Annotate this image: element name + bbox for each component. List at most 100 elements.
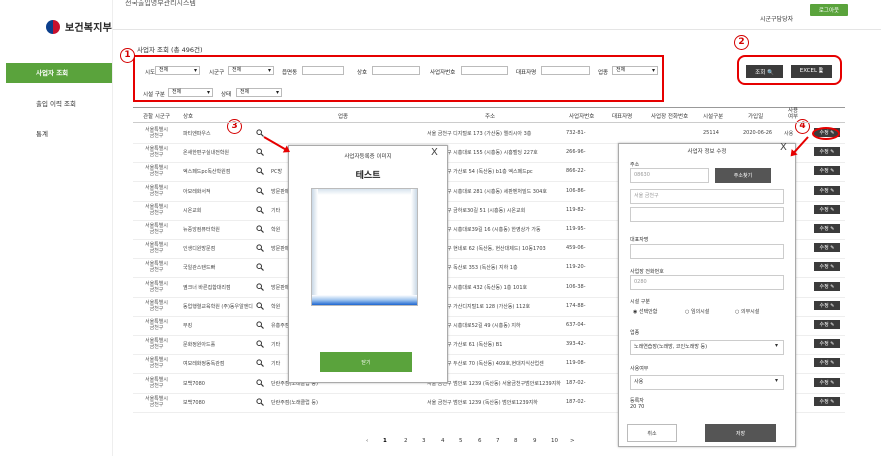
save-button[interactable]: 저장 <box>705 424 776 442</box>
col-header-region: 관할 시군구 <box>143 114 171 120</box>
page-number-button[interactable]: 3 <box>422 438 426 444</box>
edit-button[interactable]: 수정 ✎ <box>814 205 840 214</box>
row-industry: 기타 <box>271 361 281 367</box>
page-number-button[interactable]: 9 <box>533 438 537 444</box>
shop-name-input[interactable] <box>372 66 420 75</box>
status-select[interactable]: 전체 <box>236 88 282 97</box>
view-license-icon[interactable] <box>256 129 264 137</box>
ceo-name-input[interactable] <box>541 66 590 75</box>
row-bizno: 187-02- <box>566 399 586 405</box>
industry-select[interactable]: 전체 <box>612 66 658 75</box>
facility-radio-none[interactable]: ◉ 선택안함 <box>633 308 657 315</box>
row-region: 서울특별시 금천구 <box>144 223 168 235</box>
view-license-icon[interactable] <box>256 340 264 348</box>
col-header-industry: 업종 <box>338 114 349 120</box>
zipcode-field[interactable]: 08630 <box>630 168 709 183</box>
view-license-icon[interactable] <box>256 283 264 291</box>
modal-image-close-button[interactable]: 닫기 <box>320 352 412 372</box>
view-license-icon[interactable] <box>256 187 264 195</box>
search-button[interactable]: 조회 🔍 <box>746 65 783 78</box>
row-industry: PC방 <box>271 169 283 175</box>
sidebar-item-business-search[interactable]: 사업자 조회 <box>6 63 112 83</box>
edit-button[interactable]: 수정 ✎ <box>814 320 840 329</box>
view-license-icon[interactable] <box>256 206 264 214</box>
edit-button[interactable]: 수정 ✎ <box>814 186 840 195</box>
page-number-button[interactable]: 7 <box>496 438 500 444</box>
edit-button[interactable]: 수정 ✎ <box>814 301 840 310</box>
view-license-icon[interactable] <box>256 379 264 387</box>
prev-page-icon[interactable]: ‹ <box>366 438 368 444</box>
ceo-name-label: 대표자명 <box>630 237 649 243</box>
industry-select[interactable]: 노래연습장(노래방, 코인노래방 등) <box>630 340 784 355</box>
page-number-button[interactable]: 4 <box>441 438 445 444</box>
usage-select[interactable]: 사용 <box>630 375 784 390</box>
row-bizno: 732-81- <box>566 130 586 136</box>
row-name: 파티엔파우스 <box>183 131 211 137</box>
sigungu-select[interactable]: 전체 <box>228 66 274 75</box>
phone-field[interactable]: 0280 <box>630 275 784 290</box>
view-license-icon[interactable] <box>256 321 264 329</box>
row-bizno: 266-96- <box>566 149 586 155</box>
edit-button[interactable]: 수정 ✎ <box>814 378 840 387</box>
address-field[interactable]: 서울 금천구 <box>630 189 784 204</box>
eupmyeondong-input[interactable] <box>302 66 344 75</box>
sidebar-item-entry-history[interactable]: 출입 이력 조회 <box>6 94 112 114</box>
logout-button[interactable]: 로그아웃 <box>810 4 848 16</box>
next-page-button[interactable]: > <box>570 438 575 444</box>
cancel-button[interactable]: 취소 <box>627 424 677 442</box>
row-bizno: 174-88- <box>566 303 586 309</box>
page-number-button[interactable]: 8 <box>514 438 518 444</box>
view-license-icon[interactable] <box>256 225 264 233</box>
edit-button[interactable]: 수정 ✎ <box>814 262 840 271</box>
edit-button[interactable]: 수정 ✎ <box>814 397 840 406</box>
edit-button[interactable]: 수정 ✎ <box>814 339 840 348</box>
image-top-band <box>312 189 417 195</box>
row-bizno: 119-95- <box>566 226 586 232</box>
industry-label: 업종 <box>598 70 609 76</box>
row-name: 동업행렬교육학원 (주)동우알엔디 <box>183 304 253 310</box>
modal-edit-close-icon[interactable]: X <box>780 142 787 153</box>
modal-image-close-icon[interactable]: X <box>431 147 438 158</box>
business-edit-modal: 사업자 정보 수정 X 주소 08630 주소찾기 서울 금천구 대표자명 사업… <box>618 142 796 447</box>
address-detail-field[interactable] <box>630 207 784 222</box>
row-bizno: 393-42- <box>566 341 586 347</box>
edit-button[interactable]: 수정 ✎ <box>814 358 840 367</box>
edit-button[interactable]: 수정 ✎ <box>814 147 840 156</box>
page-number-button[interactable]: 10 <box>551 438 558 444</box>
sidebar-item-statistics[interactable]: 통계 <box>6 124 112 144</box>
bizno-input[interactable] <box>461 66 508 75</box>
row-industry: 기타 <box>271 208 281 214</box>
industry-label: 업종 <box>630 330 640 336</box>
view-license-icon[interactable] <box>256 263 264 271</box>
view-license-icon[interactable] <box>256 398 264 406</box>
facility-radio-optional[interactable]: ○ 임의시설 <box>685 308 709 315</box>
facility-type-select[interactable]: 전체 <box>168 88 213 97</box>
page-number-button[interactable]: 2 <box>404 438 408 444</box>
row-bizno: 637-04- <box>566 322 586 328</box>
page-number-button[interactable]: 5 <box>459 438 463 444</box>
view-license-icon[interactable] <box>256 148 264 156</box>
sido-select[interactable]: 전체 <box>155 66 200 75</box>
edit-button[interactable]: 수정 ✎ <box>814 282 840 291</box>
find-address-button[interactable]: 주소찾기 <box>715 168 771 183</box>
status-label: 상태 <box>221 92 232 98</box>
ceo-name-field[interactable] <box>630 244 784 259</box>
view-license-icon[interactable] <box>256 359 264 367</box>
excel-download-button[interactable]: EXCEL 🖺 <box>791 65 832 78</box>
view-license-icon[interactable] <box>256 302 264 310</box>
edit-button[interactable]: 수정 ✎ <box>814 243 840 252</box>
radio-empty-icon: ○ <box>685 309 690 315</box>
row-name: 인생디원방문점 <box>183 246 216 252</box>
table-top-border <box>133 107 845 108</box>
view-license-icon[interactable] <box>256 244 264 252</box>
page-number-button[interactable]: 6 <box>478 438 482 444</box>
business-license-image-modal: 사업자등록증 이미지 X 테스트 닫기 <box>288 145 448 383</box>
ministry-logo[interactable]: 보건복지부 <box>46 19 112 34</box>
view-license-icon[interactable] <box>256 167 264 175</box>
facility-radio-mandatory[interactable]: ○ 의무시설 <box>735 308 759 315</box>
page-number-button[interactable]: 1 <box>383 438 387 444</box>
row-bizno: 119-08- <box>566 360 586 366</box>
edit-button[interactable]: 수정 ✎ <box>814 166 840 175</box>
edit-button[interactable]: 수정 ✎ <box>814 224 840 233</box>
row-name: 아모레화서적 <box>183 189 211 195</box>
